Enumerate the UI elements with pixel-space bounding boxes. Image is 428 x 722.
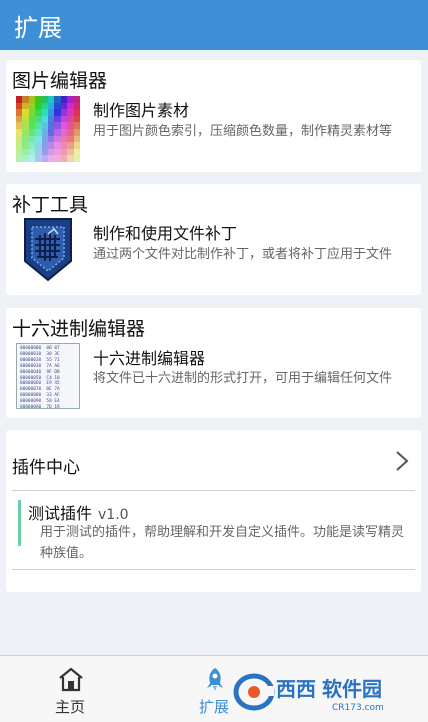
page-title: 扩展 (14, 14, 62, 42)
card-name: 十六进制编辑器 (93, 349, 206, 368)
card-name: 制作图片素材 (93, 101, 190, 120)
rocket-icon (207, 668, 223, 691)
plugin-accent-bar (18, 500, 21, 546)
mosaic-cell (73, 102, 80, 110)
mosaic-cell (73, 109, 80, 116)
plugin-center-card: 插件中心 测试插件 v1.0 用于测试的插件，帮助理解和开发自定义插件。功能是读写… (6, 430, 421, 592)
pixel-palette-icon (16, 96, 80, 162)
svg-text:CR173.com: CR173.com (332, 703, 384, 713)
svg-text:西西: 西西 (276, 677, 316, 701)
patch-shield-icon (24, 218, 72, 282)
svg-text:软件园: 软件园 (322, 677, 382, 701)
mosaic-cell (73, 148, 80, 156)
nav-label: 主页 (54, 698, 85, 716)
card-title: 十六进制编辑器 (12, 318, 146, 340)
nav-item-home[interactable]: 主页 (20, 656, 120, 722)
mosaic-cell (73, 142, 80, 149)
card-desc: 用于图片颜色索引，压缩颜色数量，制作精灵素材等 (93, 124, 393, 139)
mosaic-cell (73, 122, 80, 129)
site-watermark-logo: 西西 软件园 CR173.com (233, 673, 384, 713)
divider (12, 569, 415, 570)
home-icon (59, 667, 83, 692)
chevron-right-icon[interactable] (393, 450, 411, 472)
plugin-name: 测试插件 (28, 504, 93, 523)
card-image-editor[interactable]: 图片编辑器 制作图片素材 用于图片颜色索引，压缩颜色数量，制作精灵素材等 (6, 60, 421, 172)
plugin-item[interactable]: 测试插件 v1.0 (28, 500, 129, 524)
card-title: 补丁工具 (12, 194, 89, 216)
mosaic-cell (73, 128, 80, 136)
card-name: 制作和使用文件补丁 (93, 224, 238, 243)
card-hex-editor[interactable]: 十六进制编辑器 00000000 0B 07 00000010 30 3C 00… (6, 308, 421, 418)
plugin-version: v1.0 (98, 507, 129, 523)
card-desc: 通过两个文件对比制作补丁，或者将补丁应用于文件 (93, 247, 393, 262)
plugin-desc: 用于测试的插件，帮助理解和开发自定义插件。功能是读写精灵种族值。 (40, 525, 405, 561)
card-desc: 将文件已十六进制的形式打开，可用于编辑任何文件 (93, 371, 393, 386)
mosaic-cell (73, 155, 80, 162)
mosaic-cell (73, 96, 80, 103)
app-header: 扩展 (0, 0, 428, 50)
mosaic-cell (73, 135, 80, 143)
divider (12, 490, 415, 491)
card-title: 图片编辑器 (12, 70, 108, 92)
mosaic-cell (73, 115, 80, 123)
plugin-center-title[interactable]: 插件中心 (12, 453, 80, 478)
hex-document-icon: 00000000 0B 07 00000010 30 3C 00000020 5… (16, 343, 80, 409)
card-patch-tool[interactable]: 补丁工具 制作和使用文件补丁 通过两个文件对比制作补丁，或者将补丁应用于文件 (6, 184, 421, 295)
